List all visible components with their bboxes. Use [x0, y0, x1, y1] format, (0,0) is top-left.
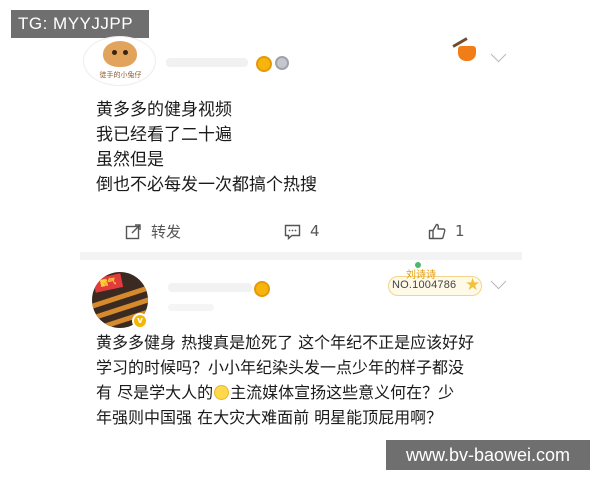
verified-badge-icon: v	[132, 313, 148, 329]
fan-card-number: NO.1004786	[392, 279, 457, 291]
watermark-bottom: www.bv-baowei.com	[386, 440, 590, 470]
comment-icon	[284, 224, 301, 240]
post2-subtitle-blurred	[168, 304, 214, 311]
avatar-label: 霸气	[92, 273, 124, 293]
post1-line: 倒也不必每发一次都搞个热搜	[96, 175, 317, 195]
post-divider	[80, 252, 522, 260]
smirk-emoji-icon	[214, 385, 230, 400]
post1-line: 黄多多的健身视频	[96, 100, 232, 120]
post2-line-part: 有 尽是学大人的	[96, 383, 214, 402]
silver-badge-icon[interactable]	[275, 56, 289, 70]
watermark-top: TG: MYYJJPP	[11, 10, 149, 38]
avatar-caption: 徒手的小兔仔	[99, 71, 142, 79]
chevron-down-icon[interactable]	[490, 273, 507, 290]
comment-count: 4	[310, 222, 320, 240]
post1-text: 黄多多的健身视频 我已经看了二十遍 虽然但是 倒也不必每发一次都搞个热搜	[96, 98, 496, 198]
post2-username-blurred[interactable]	[168, 283, 252, 292]
post1-line: 虽然但是	[96, 150, 164, 170]
repost-icon	[125, 223, 141, 239]
gold-badge-icon[interactable]	[254, 281, 270, 297]
post1-line: 我已经看了二十遍	[96, 125, 232, 145]
fan-card-star-icon: ★	[465, 275, 481, 295]
sticker-icon	[450, 36, 480, 64]
post2-line: 年强则中国强 在大灾大难面前 明星能顶屁用啊？	[96, 408, 443, 427]
post2-line-part: 主流媒体宣扬这些意义何在？少	[230, 383, 455, 402]
repost-label: 转发	[151, 222, 182, 241]
like-button[interactable]: 1	[428, 220, 465, 242]
like-icon	[428, 223, 446, 239]
dog-face-icon	[103, 41, 137, 67]
comment-button[interactable]: 4	[284, 220, 320, 242]
post2-text: 黄多多健身 热搜真是尬死了 这个年纪不正是应该好好 学习的时候吗？小小年纪染头发…	[96, 330, 516, 430]
gold-badge-icon[interactable]	[256, 56, 272, 72]
post1-avatar[interactable]: 徒手的小兔仔	[83, 36, 156, 86]
post1-username-blurred[interactable]	[166, 58, 248, 67]
chevron-down-icon[interactable]	[490, 46, 507, 63]
post2-line-with-emoji: 有 尽是学大人的 主流媒体宣扬这些意义何在？少	[96, 380, 516, 405]
repost-button[interactable]: 转发	[125, 220, 181, 242]
post2-line: 学习的时候吗？小小年纪染头发一点少年的样子都没	[96, 358, 465, 377]
like-count: 1	[455, 222, 465, 240]
fan-card[interactable]: 刘诗诗 NO.1004786 ★	[388, 266, 488, 300]
post2-line: 黄多多健身 热搜真是尬死了 这个年纪不正是应该好好	[96, 333, 475, 352]
